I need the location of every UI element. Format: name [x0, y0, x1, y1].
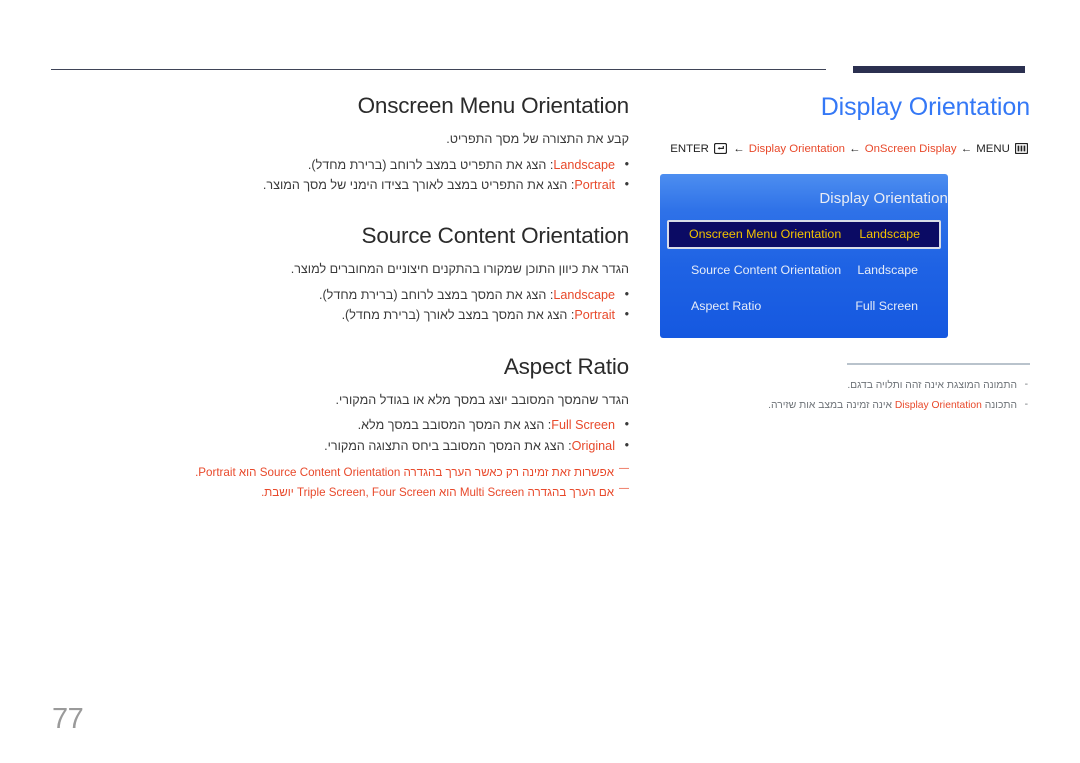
osd-row-value: Landscape: [859, 227, 920, 241]
section-body: הגדר שהמסך המסובב יוצג במסך מלא או בגודל…: [51, 391, 629, 503]
list-item: Portrait: הצג את התפריט במצב לאורך בצידו…: [51, 174, 629, 195]
breadcrumb: ENTER ← Display Orientation ← OnScreen D…: [660, 142, 1030, 157]
note-item: אפשרות זאת זמינה רק כאשר הערך בהגדרה Sou…: [51, 460, 629, 483]
page-title: Display Orientation: [820, 93, 1030, 121]
section-title: Aspect Ratio: [503, 353, 629, 379]
list-item: Portrait: הצג את המסך במצב לאורך (ברירת …: [51, 304, 629, 325]
osd-row-aspect-ratio[interactable]: Aspect Ratio Full Screen: [667, 292, 941, 321]
note-keyword: Display Orientation: [894, 400, 982, 412]
breadcrumb-menu-label: MENU: [976, 143, 1010, 155]
breadcrumb-arrow: ←: [733, 143, 745, 155]
section-body: הגדר את כיוון התוכן שמקורו בהתקנים חיצונ…: [51, 260, 629, 325]
section-intro: הגדר את כיוון התוכן שמקורו בהתקנים חיצונ…: [290, 262, 629, 277]
option-keyword: Full Screen: [551, 418, 615, 433]
option-keyword: Landscape: [553, 287, 615, 302]
osd-row-value: Full Screen: [855, 299, 918, 313]
breadcrumb-item-display-orientation[interactable]: Display Orientation: [749, 143, 845, 155]
section-title: Source Content Orientation: [361, 223, 630, 249]
section-source-content-orientation: Source Content Orientation הגדר את כיוון…: [51, 222, 629, 325]
option-desc: : הצג את התפריט במצב לאורך בצידו הימני ש…: [262, 177, 575, 192]
osd-menu-list: Onscreen Menu Orientation Landscape Sour…: [660, 220, 948, 321]
section-intro: קבע את התצורה של מסך התפריט.: [446, 132, 629, 146]
osd-row-label: Aspect Ratio: [691, 299, 762, 313]
option-keyword: Portrait: [574, 177, 615, 192]
option-desc: : הצג את המסך במצב לאורך (ברירת מחדל).: [341, 308, 575, 323]
option-keyword: Portrait: [574, 308, 615, 323]
osd-row-label: Source Content Orientation: [691, 263, 842, 277]
breadcrumb-arrow: ←: [849, 143, 861, 155]
option-desc: : הצג את התפריט במצב לרוחב (ברירת מחדל).: [307, 157, 554, 172]
list-item: Full Screen: הצג את המסך המסובב במסך מלא…: [51, 414, 629, 435]
header-rule-thin: [51, 69, 826, 70]
note-text-post: אינה זמינה במצב אות שזירה.: [768, 400, 895, 412]
section-intro: הגדר שהמסך המסובב יוצג במסך מלא או בגודל…: [335, 392, 629, 407]
osd-preview-panel: Display Orientation Onscreen Menu Orient…: [660, 174, 948, 338]
breadcrumb-enter-label: ENTER: [670, 143, 709, 155]
osd-row-label: Onscreen Menu Orientation: [689, 227, 842, 241]
note-item: אם הערך בהגדרה Multi Screen הוא Triple S…: [51, 480, 629, 503]
section-title: Onscreen Menu Orientation: [357, 93, 630, 118]
breadcrumb-item-onscreen-display[interactable]: OnScreen Display: [865, 143, 957, 155]
notes-divider: [847, 363, 1030, 365]
header-rule-thick: [853, 66, 1025, 73]
section-onscreen-menu-orientation: Onscreen Menu Orientation קבע את התצורה …: [51, 92, 629, 195]
osd-row-source-content-orientation[interactable]: Source Content Orientation Landscape: [667, 256, 941, 285]
section-aspect-ratio: Aspect Ratio הגדר שהמסך המסובב יוצג במסך…: [51, 353, 629, 503]
note-item: התמונה המוצגת אינה זהה ותלויה בדגם.: [660, 375, 1030, 396]
list-item: Landscape: הצג את התפריט במצב לרוחב (ברי…: [51, 153, 629, 175]
note-item: התכונה Display Orientation אינה זמינה במ…: [660, 395, 1030, 416]
option-desc: : הצג את המסך המסובב ביחס התצוגה המקורי.: [324, 438, 572, 453]
option-list: Landscape: הצג את המסך במצב לרוחב (ברירת…: [51, 284, 629, 326]
page-number: 77: [52, 703, 84, 735]
option-keyword: Landscape: [553, 157, 615, 172]
caption-note-list: התמונה המוצגת אינה זהה ותלויה בדגם. התכו…: [660, 375, 1030, 416]
option-desc: : הצג את המסך במצב לרוחב (ברירת מחדל).: [318, 287, 554, 302]
osd-panel-title: Display Orientation: [819, 190, 948, 207]
list-item: Landscape: הצג את המסך במצב לרוחב (ברירת…: [51, 284, 629, 305]
section-note-list: אפשרות זאת זמינה רק כאשר הערך בהגדרה Sou…: [51, 460, 629, 503]
note-text-pre: התכונה: [981, 400, 1017, 412]
breadcrumb-arrow: ←: [960, 143, 973, 155]
section-body: קבע את התצורה של מסך התפריט. Landscape: …: [51, 130, 629, 195]
option-list: Landscape: הצג את התפריט במצב לרוחב (ברי…: [51, 153, 629, 196]
enter-key-icon: [713, 142, 728, 157]
list-item: Original: הצג את המסך המסובב ביחס התצוגה…: [51, 434, 629, 456]
osd-row-onscreen-menu-orientation[interactable]: Onscreen Menu Orientation Landscape: [667, 220, 941, 249]
option-desc: : הצג את המסך המסובב במסך מלא.: [357, 418, 552, 433]
option-list: Full Screen: הצג את המסך המסובב במסך מלא…: [51, 414, 629, 456]
osd-row-value: Landscape: [857, 263, 918, 277]
left-content-column: Onscreen Menu Orientation קבע את התצורה …: [51, 92, 629, 503]
menu-grid-icon: [1014, 142, 1029, 157]
option-keyword: Original: [571, 438, 615, 453]
right-content-column: Display Orientation ENTER ← Display Orie…: [660, 92, 1030, 416]
